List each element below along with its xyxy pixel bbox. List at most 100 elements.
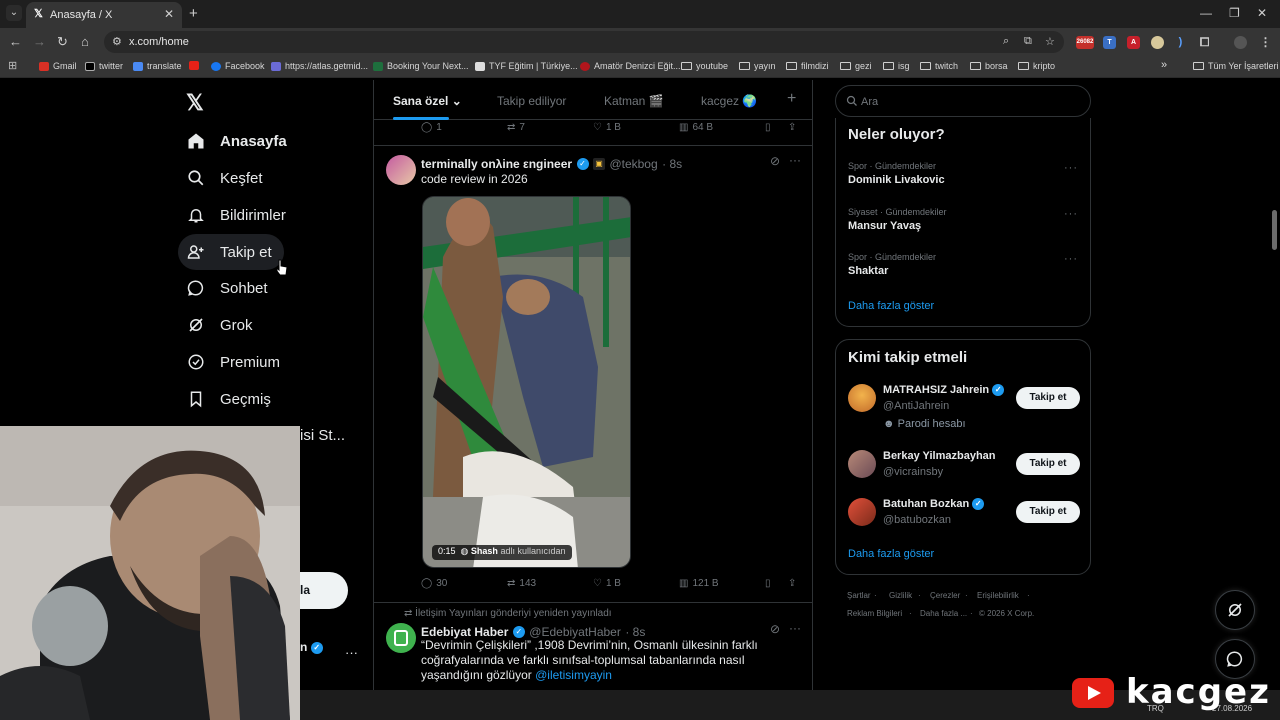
- browser-menu-icon[interactable]: ⋮: [1259, 36, 1272, 49]
- show-more-link[interactable]: Daha fazla göster: [848, 300, 934, 312]
- apps-grid-icon[interactable]: ⊞: [8, 59, 17, 72]
- like-button[interactable]: ♡ 1 B: [593, 122, 621, 133]
- bookmark-folder-youtube[interactable]: youtube: [681, 61, 728, 71]
- close-tab-icon[interactable]: ✕: [164, 7, 174, 21]
- bookmark-folder-twitch[interactable]: twitch: [920, 61, 958, 71]
- footer-terms[interactable]: Şartlar: [847, 591, 871, 600]
- trend-item[interactable]: Mansur Yavaş: [848, 220, 921, 232]
- avatar[interactable]: [848, 450, 876, 478]
- profile-avatar-icon[interactable]: [1234, 36, 1247, 49]
- x-logo-icon[interactable]: 𝕏: [186, 90, 204, 116]
- show-more-link[interactable]: Daha fazla göster: [848, 548, 934, 560]
- trend-more-icon[interactable]: ···: [1064, 162, 1078, 174]
- footer-ads-info[interactable]: Reklam Bilgileri: [847, 609, 902, 618]
- nav-chat[interactable]: Sohbet: [178, 270, 280, 306]
- share-icon[interactable]: ⇪: [788, 578, 796, 589]
- bookmark-twitter[interactable]: twitter: [85, 61, 123, 71]
- nav-home[interactable]: Anasayfa: [178, 123, 299, 159]
- bookmark-folder-kripto[interactable]: kripto: [1018, 61, 1055, 71]
- extension-badge-icon[interactable]: 26082: [1076, 36, 1094, 49]
- translate-extension-icon[interactable]: T: [1103, 36, 1116, 49]
- avatar[interactable]: [386, 623, 416, 653]
- search-input[interactable]: Ara: [835, 85, 1091, 117]
- bookmark-booking[interactable]: Booking Your Next...: [373, 61, 469, 71]
- bookmark-facebook[interactable]: Facebook: [211, 61, 265, 71]
- tweet-author-name[interactable]: Edebiyat Haber: [421, 625, 508, 639]
- more-bookmarks-icon[interactable]: »: [1161, 59, 1167, 71]
- share-icon[interactable]: ⇪: [788, 122, 796, 133]
- home-button-icon[interactable]: ⌂: [81, 34, 89, 49]
- nav-notifications[interactable]: Bildirimler: [178, 197, 298, 233]
- avatar[interactable]: [848, 498, 876, 526]
- trend-more-icon[interactable]: ···: [1064, 208, 1078, 220]
- footer-cookies[interactable]: Çerezler: [930, 591, 960, 600]
- nav-partial-item[interactable]: isi St...: [300, 427, 345, 444]
- footer-privacy[interactable]: Gizlilik: [889, 591, 912, 600]
- nav-explore[interactable]: Keşfet: [178, 160, 275, 196]
- suggested-user-name[interactable]: MATRAHSIZ Jahrein ✓: [883, 384, 1005, 397]
- like-button[interactable]: ♡ 1 B: [593, 578, 621, 589]
- grok-explain-icon[interactable]: ⊘: [770, 154, 780, 168]
- avatar[interactable]: [386, 155, 416, 185]
- video-source-user[interactable]: Shash: [471, 546, 498, 556]
- bookmark-folder-borsa[interactable]: borsa: [970, 61, 1008, 71]
- repost-button[interactable]: ⇄ 7: [507, 122, 525, 133]
- window-close-icon[interactable]: ✕: [1257, 6, 1267, 20]
- bookmark-folder-filmdizi[interactable]: filmdizi: [786, 61, 829, 71]
- avatar[interactable]: [848, 384, 876, 412]
- bookmark-youtube-icon[interactable]: [189, 61, 203, 70]
- audio-extension-icon[interactable]: ): [1174, 36, 1187, 49]
- account-switcher[interactable]: n ✓: [300, 640, 323, 654]
- follow-button[interactable]: Takip et: [1016, 453, 1080, 475]
- reply-button[interactable]: ◯ 1: [421, 122, 442, 133]
- all-bookmarks-folder[interactable]: Tüm Yer İşaretleri: [1193, 61, 1279, 71]
- mention-link[interactable]: @iletisimyayin: [535, 668, 612, 682]
- suggested-user-name[interactable]: Berkay Yilmazbayhan: [883, 450, 996, 462]
- nav-bookmarks[interactable]: Geçmiş: [178, 381, 283, 417]
- add-tab-icon[interactable]: +: [787, 90, 796, 108]
- tab-katman[interactable]: Katman 🎬: [604, 94, 664, 108]
- tweet-handle[interactable]: @EdebiyatHaber: [529, 625, 621, 639]
- repost-context[interactable]: ⇄ İletişim Yayınları gönderiyi yeniden y…: [404, 608, 612, 619]
- adblock-extension-icon[interactable]: A: [1127, 36, 1140, 49]
- site-info-icon[interactable]: ⚙: [112, 35, 122, 48]
- address-bar[interactable]: ⚙ x.com/home ⌕ ⧉ ☆: [104, 31, 1064, 53]
- minimize-icon[interactable]: —: [1200, 6, 1212, 20]
- tweet-handle[interactable]: @tekbog: [609, 157, 657, 171]
- page-scrollbar[interactable]: [1272, 210, 1277, 250]
- extension-icon[interactable]: [1151, 36, 1164, 49]
- bookmark-folder-yayin[interactable]: yayın: [739, 61, 776, 71]
- repost-button[interactable]: ⇄ 143: [507, 578, 536, 589]
- footer-accessibility[interactable]: Erişilebilirlik: [977, 591, 1019, 600]
- nav-premium[interactable]: Premium: [178, 344, 292, 380]
- bookmark-translate[interactable]: translate: [133, 61, 182, 71]
- bookmark-folder-gezi[interactable]: gezi: [840, 61, 872, 71]
- grok-explain-icon[interactable]: ⊘: [770, 622, 780, 636]
- tab-for-you[interactable]: Sana özel ⌄: [393, 94, 462, 108]
- install-app-icon[interactable]: ⧉: [1024, 35, 1032, 48]
- new-tab-icon[interactable]: +: [189, 5, 198, 22]
- grok-fab[interactable]: [1215, 590, 1255, 630]
- extensions-puzzle-icon[interactable]: ⧠: [1198, 36, 1211, 49]
- browser-tab[interactable]: 𝕏 Anasayfa / X ✕: [26, 2, 182, 28]
- bookmark-tweet-icon[interactable]: ▯: [765, 578, 771, 589]
- views-button[interactable]: ▥ 121 B: [679, 578, 719, 589]
- restore-icon[interactable]: ❐: [1229, 6, 1240, 20]
- suggested-user-name[interactable]: Batuhan Bozkan ✓: [883, 498, 985, 511]
- tab-list-icon[interactable]: ⌄: [6, 5, 22, 21]
- bookmark-atlas[interactable]: https://atlas.getmid...: [271, 61, 368, 71]
- zoom-icon[interactable]: ⌕: [1003, 35, 1009, 48]
- reply-button[interactable]: ◯ 30: [421, 578, 447, 589]
- tweet-author-name[interactable]: terminally onλine εngineer: [421, 157, 572, 171]
- bookmark-amator[interactable]: Amatör Denizci Eğit...: [580, 61, 681, 71]
- back-icon[interactable]: ←: [9, 34, 22, 49]
- tab-kacgez[interactable]: kacgez 🌍: [701, 94, 757, 108]
- views-button[interactable]: ▥ 64 B: [679, 122, 713, 133]
- tweet-more-icon[interactable]: ···: [789, 153, 801, 167]
- nav-follow[interactable]: Takip et: [178, 234, 284, 270]
- reload-icon[interactable]: ↻: [57, 34, 68, 50]
- follow-button[interactable]: Takip et: [1016, 501, 1080, 523]
- bookmark-tyf[interactable]: TYF Eğitim | Türkiye...: [475, 61, 578, 71]
- trend-item[interactable]: Dominik Livakovic: [848, 174, 945, 186]
- tweet-more-icon[interactable]: ···: [789, 621, 801, 635]
